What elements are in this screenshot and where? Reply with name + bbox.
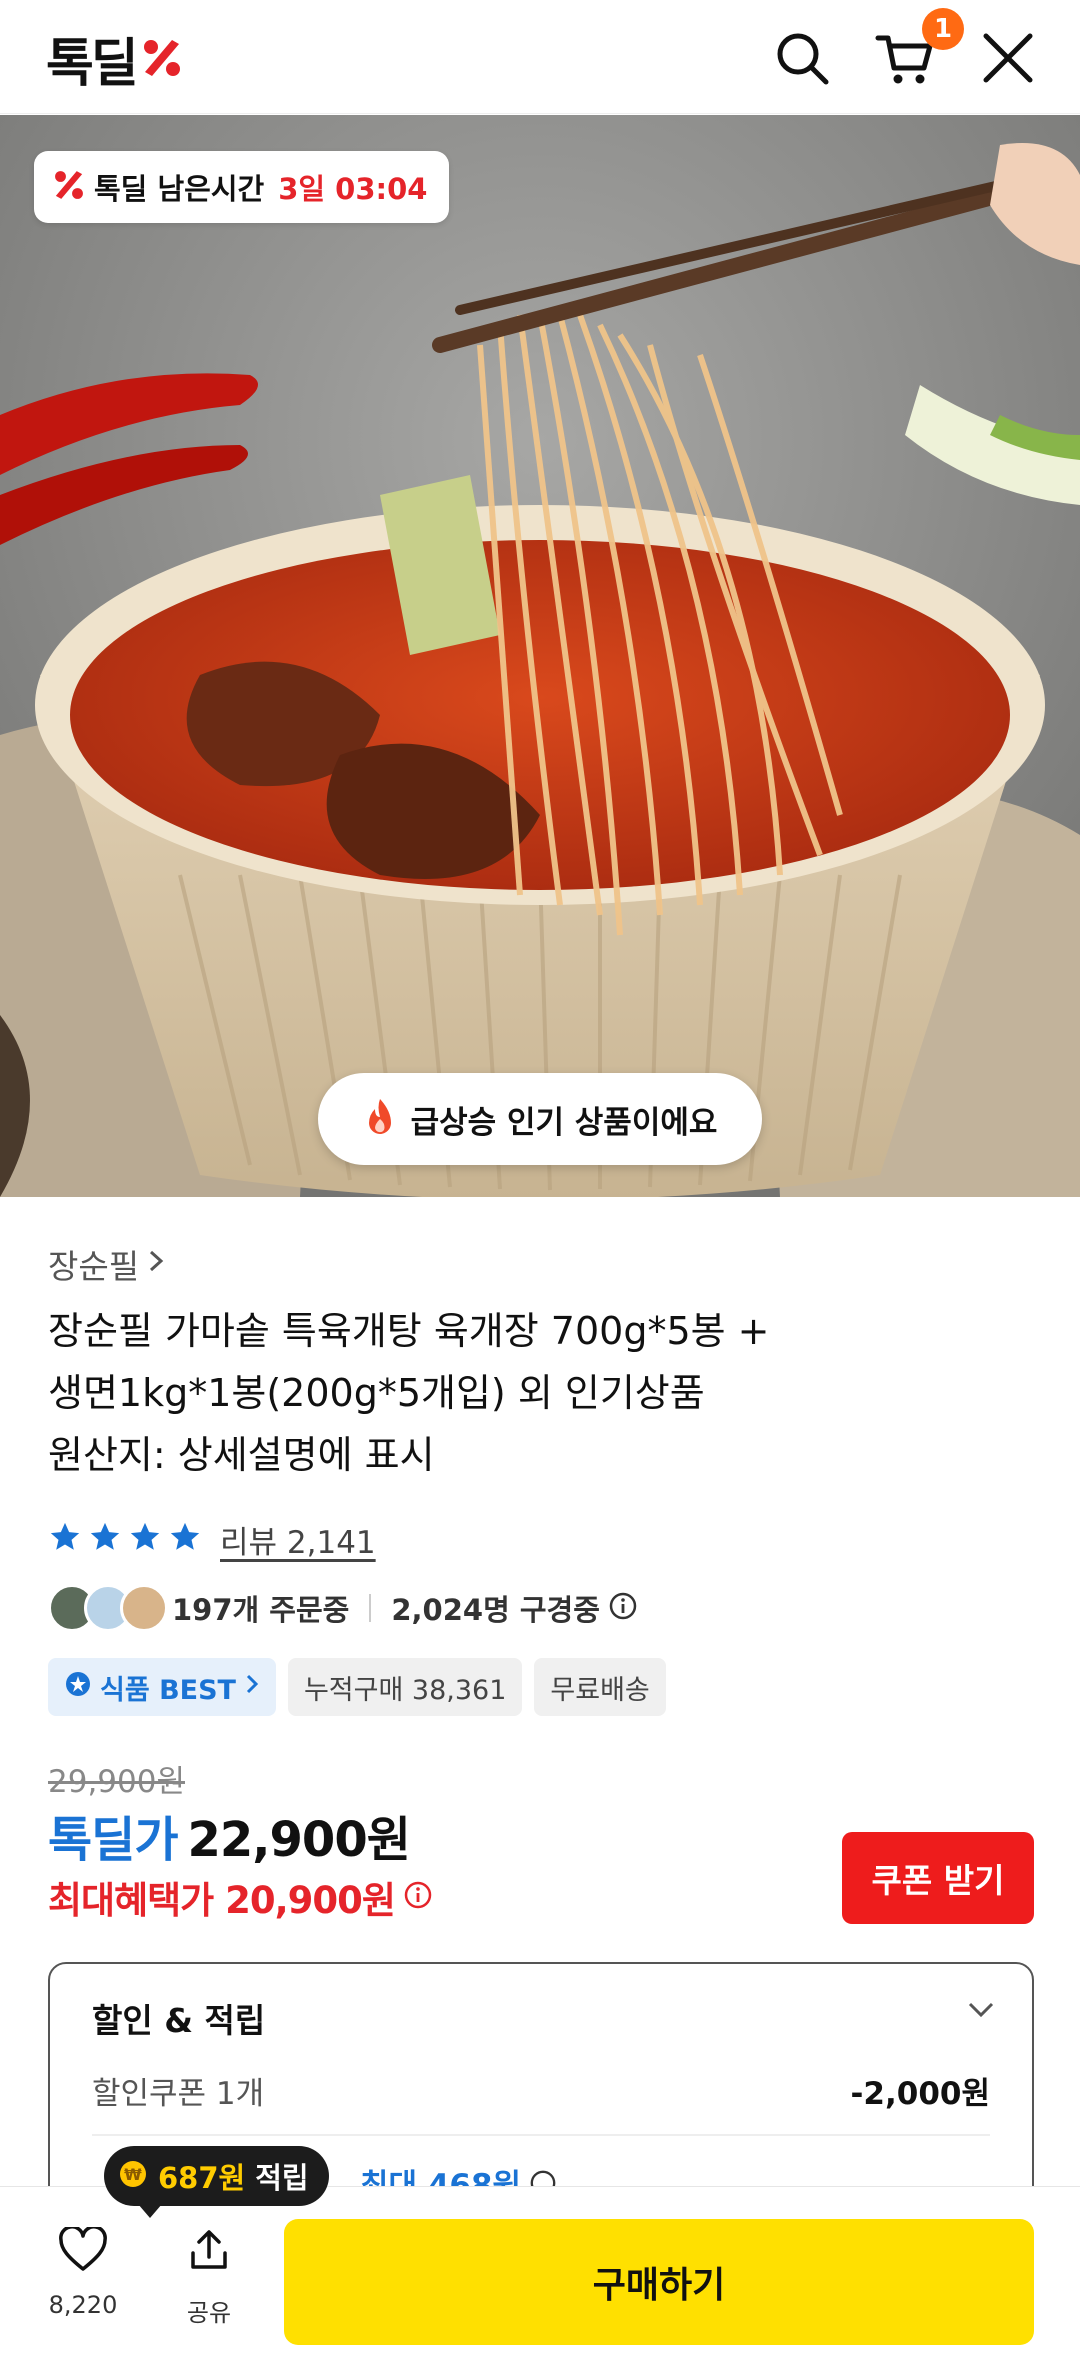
buy-button[interactable]: 구매하기: [284, 2219, 1034, 2345]
info-icon[interactable]: [608, 1591, 638, 1625]
original-price: 29,900원: [48, 1764, 185, 1800]
product-hero-image[interactable]: 톡딜 남은시간 3일 03:04 급상승 인기 상품이에요: [0, 115, 1080, 1197]
cumulative-purchase-tag: 누적구매 38,361: [287, 1658, 523, 1716]
free-shipping-tag: 무료배송: [534, 1658, 666, 1716]
star-icon: [88, 1520, 122, 1558]
avatar: [120, 1584, 168, 1632]
trending-badge: 급상승 인기 상품이에요: [318, 1073, 762, 1165]
logo-text: 톡딜: [46, 33, 139, 94]
star-icon: [168, 1520, 202, 1558]
deal-timer-chip: 톡딜 남은시간 3일 03:04: [34, 151, 450, 223]
rating-row[interactable]: 리뷰 2,141: [48, 1514, 376, 1564]
top-header: 톡딜 1: [0, 0, 1080, 114]
star-icon: [128, 1520, 162, 1558]
percent-icon: [52, 168, 86, 206]
deal-price-label: 톡딜가: [48, 1812, 178, 1868]
won-coin-icon: ₩: [118, 2159, 148, 2193]
review-count-link[interactable]: 리뷰 2,141: [220, 1517, 376, 1562]
star-icon: [48, 1520, 82, 1558]
badge-icon: [64, 1670, 92, 1705]
tag-label: 식품 BEST: [100, 1674, 236, 1706]
percent-logo-icon: [142, 36, 182, 80]
points-tooltip: ₩ 687원 적립: [104, 2146, 329, 2218]
chevron-right-icon: [145, 1245, 167, 1284]
product-tags: 식품 BEST 누적구매 38,361 무료배송: [48, 1658, 666, 1716]
orders-count: 197개 주문중: [172, 1593, 350, 1627]
discount-panel-title: 할인 & 적립: [92, 2001, 266, 2040]
share-label: 공유: [186, 2299, 232, 2327]
divider: [369, 1594, 372, 1622]
timer-label: 톡딜 남은시간: [94, 172, 265, 206]
title-line: 생면1kg*1봉(200g*5개입) 외 인기상품: [48, 1371, 705, 1415]
divider: [92, 2134, 990, 2136]
deal-price: 22,900원: [187, 1812, 410, 1868]
like-button[interactable]: 8,220: [38, 2225, 128, 2319]
max-benefit-price: 최대혜택가 20,900원: [48, 1879, 396, 1922]
coupon-row-label: 할인쿠폰 1개: [92, 2076, 265, 2112]
buyer-avatars: [48, 1582, 172, 1634]
timer-value: 3일 03:04: [278, 172, 428, 206]
title-line: 원산지: 상세설명에 표시: [48, 1433, 435, 1477]
seller-name: 장순필: [48, 1247, 140, 1286]
seller-link[interactable]: 장순필: [48, 1240, 167, 1288]
points-amount: 687원: [158, 2161, 246, 2195]
info-icon: [403, 1880, 433, 1914]
tooltip-tail: [138, 2204, 162, 2218]
chevron-right-icon: [244, 1672, 260, 1703]
heart-icon: [58, 2225, 108, 2277]
max-benefit-row[interactable]: 최대혜택가 20,900원: [48, 1870, 433, 1924]
bottom-action-bar: 8,220 공유 구매하기: [0, 2186, 1080, 2373]
like-count: 8,220: [48, 2291, 118, 2319]
share-icon: [185, 2227, 233, 2279]
share-button[interactable]: 공유: [164, 2227, 254, 2328]
title-line: 장순필 가마솥 특육개탕 육개장 700g*5봉 +: [48, 1309, 770, 1353]
chevron-down-icon[interactable]: [966, 2000, 996, 2024]
close-icon[interactable]: [976, 26, 1040, 90]
cart-count-badge: 1: [922, 8, 964, 50]
get-coupon-button[interactable]: 쿠폰 받기: [842, 1832, 1034, 1924]
product-title: 장순필 가마솥 특육개탕 육개장 700g*5봉 + 생면1kg*1봉(200g…: [48, 1300, 1038, 1486]
points-label: 적립: [255, 2161, 309, 2195]
yukgaejang-bowl-illustration: [0, 115, 1080, 1197]
svg-text:₩: ₩: [124, 2165, 142, 2184]
buyers-row: 197개 주문중 2,024명 구경중: [48, 1580, 638, 1636]
viewers-count: 2,024명 구경중: [391, 1593, 600, 1627]
fire-icon: [363, 1097, 397, 1141]
search-icon[interactable]: [770, 26, 834, 90]
deal-price-row: 톡딜가 22,900원: [48, 1800, 411, 1870]
talkdeal-logo[interactable]: 톡딜: [46, 28, 182, 94]
coupon-row-value: -2,000원: [850, 2076, 990, 2112]
food-best-tag[interactable]: 식품 BEST: [48, 1658, 276, 1716]
trending-label: 급상승 인기 상품이에요: [410, 1104, 718, 1141]
